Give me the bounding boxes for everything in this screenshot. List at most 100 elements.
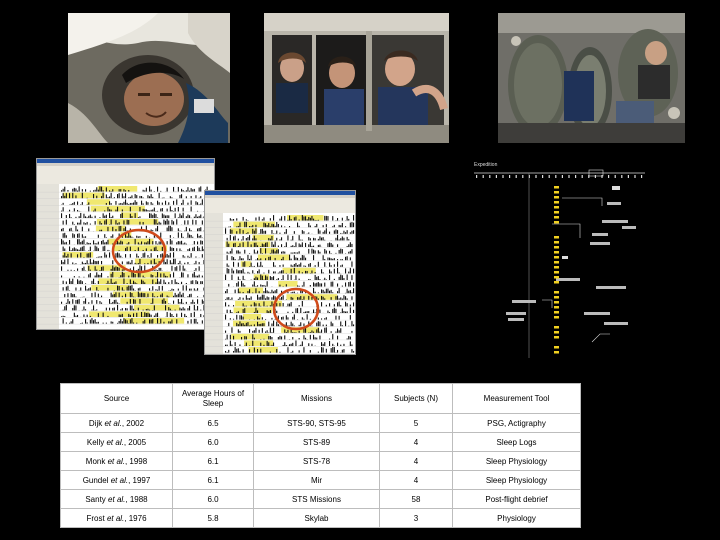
activity-bar <box>112 226 114 232</box>
activity-bar <box>201 299 203 304</box>
activity-bar <box>104 242 106 245</box>
activity-bar <box>325 324 327 327</box>
activity-bar <box>107 276 109 278</box>
activity-bar <box>102 190 104 192</box>
activity-bar <box>61 275 63 278</box>
activity-bar <box>136 283 138 284</box>
activity-bar <box>349 257 351 261</box>
activity-bar <box>242 275 244 280</box>
activity-bar <box>69 209 71 212</box>
activity-bar <box>292 311 294 313</box>
activity-bar <box>107 287 109 291</box>
activity-bar <box>337 259 339 261</box>
activity-bar <box>274 251 276 254</box>
activity-bar <box>110 273 112 278</box>
activity-bar <box>247 241 249 247</box>
activity-bar <box>245 342 247 346</box>
activity-bar <box>181 281 183 284</box>
activity-bar <box>309 279 311 280</box>
activity-bar <box>83 263 85 265</box>
activity-bar <box>253 281 255 287</box>
activity-bar <box>349 222 351 228</box>
activity-bar <box>298 324 300 327</box>
activity-bar <box>185 282 187 284</box>
activity-bar <box>226 297 228 300</box>
activity-bar <box>190 302 192 304</box>
activity-bar <box>252 284 254 287</box>
activity-bar <box>271 277 273 280</box>
cell-source: Frost et al., 1976 <box>60 508 173 528</box>
activity-bar <box>190 200 192 205</box>
cell-source: Kelly et al., 2005 <box>60 432 173 452</box>
activity-bar <box>77 201 79 205</box>
activity-bar <box>110 268 112 271</box>
activity-bar <box>332 216 334 221</box>
activity-bar <box>241 239 243 241</box>
activity-bar <box>292 337 294 340</box>
activity-bar <box>292 332 294 333</box>
activity-bar <box>75 299 77 304</box>
activity-bar <box>305 337 307 340</box>
activity-bar <box>317 321 319 327</box>
timeline-segment <box>554 261 559 264</box>
activity-bar <box>157 225 159 232</box>
activity-bar <box>192 247 194 251</box>
activity-bar <box>155 269 157 271</box>
timeline-segment <box>554 201 559 204</box>
activity-bar <box>173 295 175 298</box>
activity-bar <box>142 253 144 258</box>
activity-bar <box>65 235 67 238</box>
activity-bar <box>75 315 77 317</box>
activity-bar <box>187 274 189 278</box>
activity-bar <box>226 268 228 274</box>
activity-bar <box>168 220 170 225</box>
activity-bar <box>249 226 251 228</box>
activity-bar <box>152 214 154 218</box>
activity-bar <box>94 266 96 271</box>
activity-bar <box>77 209 79 212</box>
activity-bar <box>134 200 136 205</box>
cell-measurement-tool: Post-flight debrief <box>452 489 581 509</box>
activity-bar <box>179 265 181 271</box>
activity-bar <box>129 319 131 324</box>
activity-bar <box>349 232 351 234</box>
activity-bar <box>99 256 101 258</box>
activity-bar <box>241 315 243 320</box>
activity-bar <box>281 244 283 247</box>
activity-bar <box>351 330 353 333</box>
activity-bar <box>69 322 71 324</box>
activity-bar <box>105 307 107 311</box>
activity-bar <box>242 262 244 267</box>
activity-bar <box>62 188 64 192</box>
activity-bar <box>134 262 136 265</box>
activity-bar <box>295 332 297 333</box>
activity-bar <box>346 298 348 300</box>
activity-bar <box>247 271 249 274</box>
activity-bar <box>319 309 321 313</box>
activity-bar <box>201 275 203 278</box>
source-author: Kelly <box>86 437 105 447</box>
activity-bar <box>237 262 239 267</box>
activity-bar <box>147 210 149 212</box>
activity-bar <box>316 282 318 287</box>
activity-bar <box>273 291 275 294</box>
activity-bar <box>253 337 255 340</box>
activity-bar <box>101 295 103 298</box>
activity-bar <box>287 329 289 333</box>
activity-bar <box>231 344 233 346</box>
activity-bar <box>109 190 111 192</box>
activity-bar <box>239 321 241 327</box>
activity-bar <box>249 298 251 300</box>
activity-bar <box>104 220 106 225</box>
activity-bar <box>83 213 85 218</box>
activity-bar <box>137 263 139 265</box>
activity-bar <box>120 202 122 205</box>
activity-bar <box>284 232 286 234</box>
activity-bar <box>104 215 106 218</box>
timeline-segment <box>554 251 559 254</box>
activity-bar <box>305 265 307 267</box>
activity-bar <box>309 238 311 241</box>
activity-bar <box>345 301 347 307</box>
activity-bar <box>169 225 171 232</box>
activity-bar <box>330 331 332 333</box>
